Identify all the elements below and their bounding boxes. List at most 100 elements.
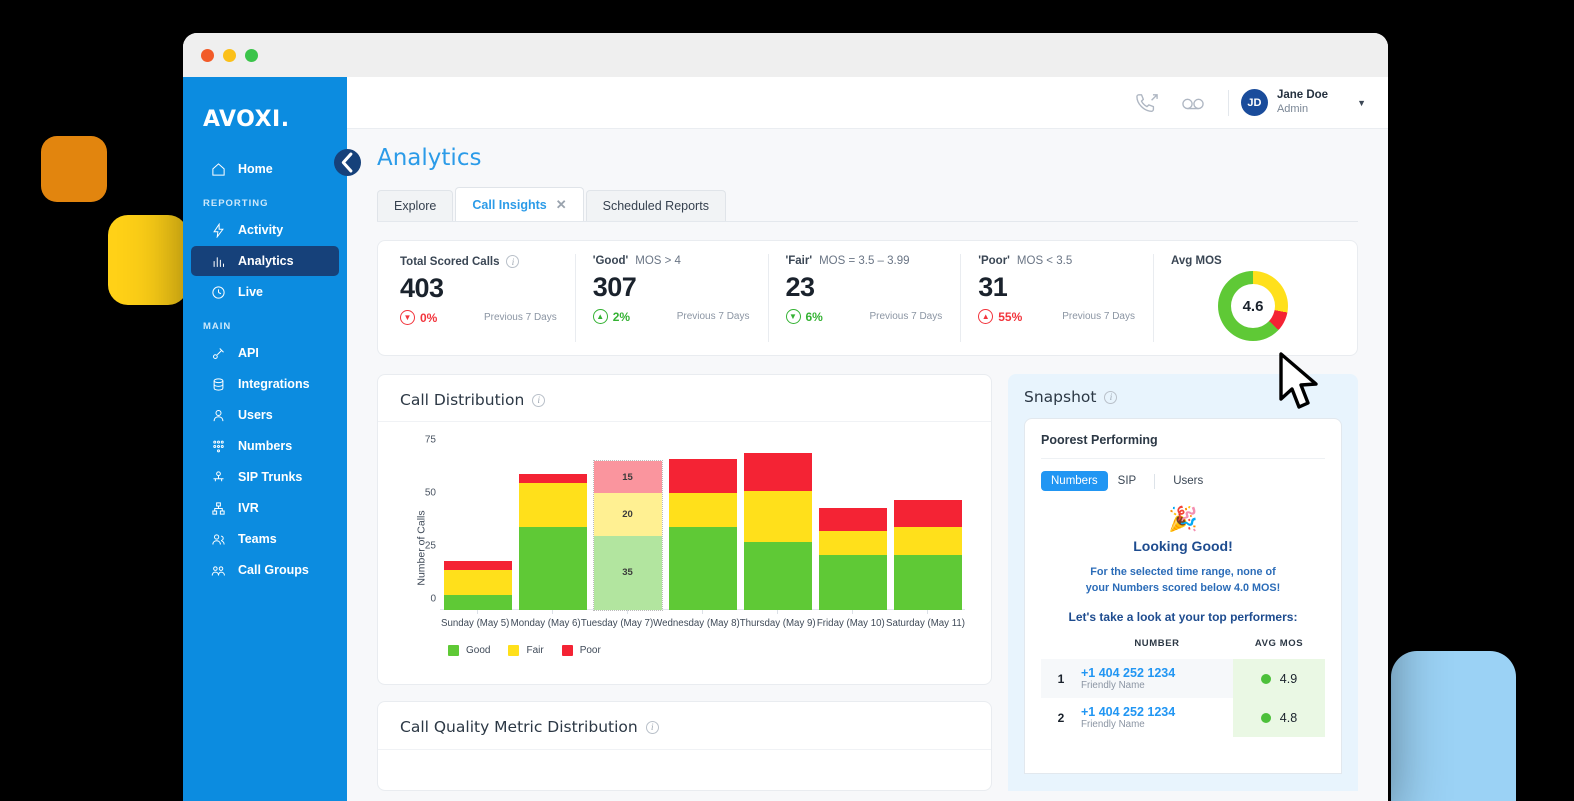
row-mos-cell: 4.8 — [1233, 698, 1325, 738]
friendly-name: Friendly Name — [1081, 719, 1145, 731]
sidebar-group-main: MAIN — [203, 321, 232, 332]
chevron-down-icon[interactable]: ▼ — [1357, 98, 1366, 108]
outbound-call-icon[interactable] — [1124, 77, 1170, 129]
sidebar-item-sip-trunks[interactable]: SIP Trunks — [191, 462, 339, 492]
sidebar-item-home[interactable]: Home — [191, 154, 339, 184]
kpi-label-bold: 'Good' — [592, 255, 629, 267]
kpi-value: 307 — [592, 272, 637, 302]
call-distribution-header: Call Distribution i — [378, 375, 991, 422]
tab-scheduled-reports[interactable]: Scheduled Reports — [585, 190, 726, 221]
sidebar-item-live[interactable]: Live — [191, 277, 339, 307]
kpi-label: 'Good' MOS > 4 — [593, 255, 750, 267]
tab-label: Call Insights — [472, 197, 547, 212]
top-bar: JD Jane Doe Admin ▼ — [347, 77, 1388, 129]
bar-value-label: 35 — [622, 567, 633, 579]
call-quality-chart-placeholder — [378, 750, 991, 790]
y-axis-tick: 25 — [424, 540, 436, 552]
bar-column[interactable] — [440, 440, 515, 614]
legend-label: Good — [466, 645, 491, 656]
tab-explore[interactable]: Explore — [377, 190, 454, 221]
sidebar-item-users[interactable]: Users — [191, 400, 339, 430]
bar-value-label: 15 — [622, 471, 633, 483]
phone-number-link[interactable]: +1 404 252 1234 — [1081, 666, 1233, 680]
sidebar-collapse-button[interactable] — [334, 149, 361, 176]
bar-value-label: 20 — [622, 508, 633, 520]
info-icon[interactable]: i — [1104, 390, 1118, 404]
sidebar-item-call-groups[interactable]: Call Groups — [191, 555, 339, 585]
sidebar-item-api[interactable]: API — [191, 338, 339, 368]
info-icon[interactable]: i — [506, 255, 520, 268]
tab-call-insights[interactable]: Call Insights ✕ — [455, 187, 584, 221]
legend-item[interactable]: Fair — [508, 645, 544, 656]
phone-number-link[interactable]: +1 404 252 1234 — [1081, 705, 1233, 719]
x-axis-label: Wednesday (May 8) — [653, 618, 740, 629]
x-axis-label: Sunday (May 5) — [441, 618, 510, 629]
table-row[interactable]: 1 +1 404 252 1234 Friendly Name 4.9 — [1041, 659, 1325, 699]
window-minimize-button[interactable] — [223, 48, 236, 62]
x-axis-tick — [702, 610, 703, 614]
status-dot — [1260, 712, 1271, 723]
bar-segment-good — [818, 554, 887, 610]
sidebar-item-teams[interactable]: Teams — [191, 524, 339, 554]
sip-trunk-icon — [211, 470, 226, 485]
sidebar-item-integrations[interactable]: Integrations — [191, 369, 339, 399]
kpi-delta: ▲ 2% — [592, 309, 630, 324]
user-icon — [211, 408, 226, 423]
poorest-performing-card: Poorest Performing Numbers SIP Users 🎉 L… — [1024, 418, 1342, 774]
bar-segment-fair — [518, 482, 587, 528]
table-row[interactable]: 2 +1 404 252 1234 Friendly Name 4.8 — [1041, 698, 1325, 738]
bar-column[interactable] — [815, 440, 890, 614]
kpi-value: 31 — [978, 272, 1008, 302]
kpi-delta: ▼ 0% — [400, 310, 437, 325]
bar-column[interactable] — [890, 440, 965, 614]
topbar-divider — [1227, 89, 1229, 116]
numbers-icon — [211, 439, 226, 454]
voicemail-icon[interactable] — [1170, 77, 1216, 129]
legend-item[interactable]: Poor — [561, 645, 601, 656]
user-name: Jane Doe — [1276, 89, 1329, 102]
sidebar-item-label: SIP Trunks — [238, 470, 303, 484]
sidebar-item-activity[interactable]: Activity — [191, 215, 339, 245]
window-titlebar — [183, 33, 1388, 77]
info-icon[interactable]: i — [532, 393, 546, 407]
kpi-fair: 'Fair' MOS = 3.5 – 3.99 23 ▼ 6% Previous… — [767, 241, 961, 355]
bar-column[interactable]: 15 20 35 — [590, 440, 665, 614]
y-axis-tick: 0 — [430, 593, 436, 605]
sidebar-item-analytics[interactable]: Analytics — [191, 246, 339, 276]
kpi-label: Avg MOS — [1171, 255, 1335, 267]
sidebar-item-numbers[interactable]: Numbers — [191, 431, 339, 461]
seg-tab-sip[interactable]: SIP — [1108, 471, 1147, 491]
x-axis-label: Monday (May 6) — [510, 618, 581, 629]
legend-item[interactable]: Good — [448, 645, 490, 656]
kpi-label-bold: Avg MOS — [1171, 255, 1222, 267]
seg-tab-numbers[interactable]: Numbers — [1041, 471, 1108, 491]
kpi-poor: 'Poor' MOS < 3.5 31 ▲ 55% Previous 7 Day… — [960, 241, 1153, 355]
kpi-compare-label: Previous 7 Days — [483, 312, 557, 323]
chevron-up-circle-icon: ▲ — [978, 309, 994, 324]
kpi-delta: ▼ 6% — [785, 309, 823, 324]
bar-column[interactable] — [740, 440, 815, 614]
bar-segment-good — [743, 542, 812, 610]
bar-segment-poor — [893, 499, 962, 528]
x-axis-label: Tuesday (May 7) — [580, 618, 654, 629]
call-distribution-card: Call Distribution i Number of Calls 15 20… — [377, 374, 992, 685]
sidebar-item-ivr[interactable]: IVR — [191, 493, 339, 523]
bar-column[interactable] — [515, 440, 590, 614]
close-icon[interactable]: ✕ — [556, 197, 567, 213]
poorest-performing-title: Poorest Performing — [1041, 433, 1325, 459]
seg-tab-users[interactable]: Users — [1163, 471, 1213, 491]
kpi-total-scored-calls: Total Scored Calls i 403 ▼ 0% Previous 7… — [382, 241, 575, 355]
card-title: Call Distribution — [400, 391, 525, 409]
window-maximize-button[interactable] — [245, 48, 258, 62]
window-close-button[interactable] — [201, 48, 214, 62]
decorative-yellow-square — [108, 215, 188, 305]
sidebar-group-reporting: REPORTING — [203, 198, 269, 209]
chart-legend: Good Fair Poor — [448, 645, 969, 656]
kpi-footer: ▼ 6% Previous 7 Days — [785, 309, 942, 324]
mos-value: 4.9 — [1279, 671, 1298, 686]
user-menu[interactable]: JD Jane Doe Admin ▼ — [1240, 88, 1366, 116]
info-icon[interactable]: i — [645, 720, 659, 734]
x-axis-label: Thursday (May 9) — [739, 618, 816, 629]
bar-column[interactable] — [665, 440, 740, 614]
kpi-delta-value: 6% — [805, 309, 823, 324]
